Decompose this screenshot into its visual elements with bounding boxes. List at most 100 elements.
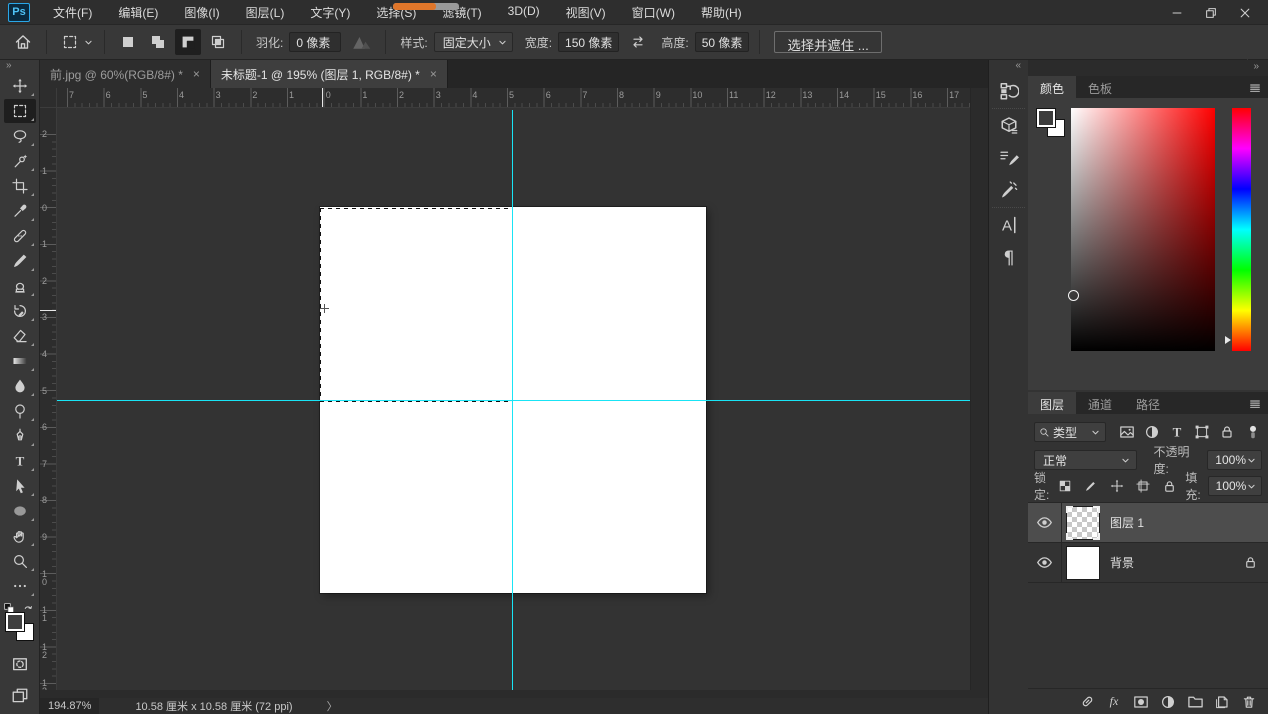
- layer-thumbnail[interactable]: [1066, 546, 1100, 580]
- tab-close-icon[interactable]: ×: [193, 67, 200, 81]
- quick-mask-button[interactable]: [4, 652, 36, 676]
- status-options-chevron[interactable]: 〉: [327, 698, 338, 714]
- brush-settings-panel-icon[interactable]: [994, 145, 1024, 171]
- type-tool[interactable]: T: [4, 449, 36, 473]
- lasso-tool[interactable]: [4, 124, 36, 148]
- layers-tab-图层[interactable]: 图层: [1028, 392, 1076, 414]
- subtract-from-selection-icon[interactable]: [175, 29, 201, 55]
- color-picker-circle[interactable]: [1068, 290, 1079, 301]
- rectangular-marquee-tool[interactable]: [4, 99, 36, 123]
- panel-menu-icon[interactable]: [1248, 81, 1262, 95]
- hue-slider-marker[interactable]: [1225, 336, 1231, 344]
- swap-width-height-icon[interactable]: [625, 29, 651, 55]
- strip-expand-icon[interactable]: «: [989, 60, 1028, 74]
- crop-tool[interactable]: [4, 174, 36, 198]
- add-to-selection-icon[interactable]: [145, 29, 171, 55]
- new-adjustment-layer-icon[interactable]: [1159, 693, 1177, 711]
- tab-close-icon[interactable]: ×: [430, 67, 437, 81]
- foreground-color-swatch[interactable]: [5, 612, 25, 632]
- hand-tool[interactable]: [4, 524, 36, 548]
- horizontal-guide[interactable]: [57, 400, 970, 401]
- close-icon[interactable]: [1228, 0, 1262, 25]
- width-input[interactable]: 150 像素: [558, 32, 619, 52]
- menu-item-5[interactable]: 文字(Y): [297, 0, 363, 25]
- menu-item-8[interactable]: 3D(D): [495, 0, 553, 25]
- ruler-origin-corner[interactable]: [40, 88, 57, 108]
- quick-selection-tool[interactable]: [4, 149, 36, 173]
- intersect-selection-icon[interactable]: [205, 29, 231, 55]
- lock-artboard-icon[interactable]: [1134, 477, 1152, 495]
- path-selection-tool[interactable]: [4, 474, 36, 498]
- layer-row[interactable]: 图层 1: [1028, 503, 1268, 543]
- brushes-panel-icon[interactable]: [994, 177, 1024, 203]
- menu-item-1[interactable]: 文件(F): [40, 0, 105, 25]
- chevron-down-icon[interactable]: [83, 37, 94, 48]
- canvas-viewport[interactable]: [57, 108, 970, 690]
- toolbar-expand-icon[interactable]: »: [0, 60, 39, 74]
- move-tool[interactable]: [4, 74, 36, 98]
- vertical-ruler[interactable]: 2101234567891 01 11 21 3: [40, 108, 57, 690]
- document-tab-1[interactable]: 前.jpg @ 60%(RGB/8#) *×: [40, 60, 211, 88]
- screen-mode-button[interactable]: [4, 684, 36, 708]
- menu-item-11[interactable]: 帮助(H): [688, 0, 755, 25]
- shape-layer-filter-icon[interactable]: [1193, 423, 1211, 441]
- dock-collapse-icon[interactable]: »: [1028, 60, 1268, 76]
- tool-preset[interactable]: [57, 29, 94, 55]
- history-panel-icon[interactable]: [994, 78, 1024, 104]
- edit-toolbar-tool[interactable]: [4, 574, 36, 598]
- type-layer-filter-icon[interactable]: T: [1168, 423, 1186, 441]
- lock-position-icon[interactable]: [1108, 477, 1126, 495]
- zoom-level-field[interactable]: 194.87%: [40, 698, 99, 714]
- color-tab-颜色[interactable]: 颜色: [1028, 76, 1076, 98]
- blur-tool[interactable]: [4, 374, 36, 398]
- fill-dropdown[interactable]: 100%: [1208, 476, 1263, 496]
- select-and-mask-button[interactable]: 选择并遮住 ...: [774, 31, 881, 53]
- eyedropper-tool[interactable]: [4, 199, 36, 223]
- layers-tab-通道[interactable]: 通道: [1076, 392, 1124, 414]
- feather-input[interactable]: 0 像素: [289, 32, 341, 52]
- eye-icon[interactable]: [1036, 514, 1053, 531]
- smart-object-filter-icon[interactable]: [1218, 423, 1236, 441]
- adjustment-layer-filter-icon[interactable]: [1143, 423, 1161, 441]
- paragraph-panel-icon[interactable]: ¶: [994, 244, 1024, 270]
- saturation-brightness-field[interactable]: [1071, 108, 1215, 351]
- menu-item-9[interactable]: 视图(V): [553, 0, 619, 25]
- layer-effects-icon[interactable]: fx: [1105, 693, 1123, 711]
- style-dropdown[interactable]: 固定大小: [434, 32, 513, 52]
- layer-filter-toggle-icon[interactable]: [1244, 423, 1262, 441]
- pixel-layer-filter-icon[interactable]: [1118, 423, 1136, 441]
- brush-tool[interactable]: [4, 249, 36, 273]
- properties-panel-icon[interactable]: [994, 113, 1024, 139]
- lock-transparent-pixels-icon[interactable]: [1056, 477, 1074, 495]
- menu-item-3[interactable]: 图像(I): [171, 0, 232, 25]
- menu-item-10[interactable]: 窗口(W): [619, 0, 688, 25]
- hue-slider[interactable]: [1232, 108, 1251, 351]
- photoshop-logo-icon[interactable]: Ps: [8, 3, 30, 22]
- zoom-tool[interactable]: [4, 549, 36, 573]
- new-selection-icon[interactable]: [115, 29, 141, 55]
- home-icon[interactable]: [10, 29, 36, 55]
- menu-item-4[interactable]: 图层(L): [233, 0, 298, 25]
- blend-mode-dropdown[interactable]: 正常: [1034, 450, 1137, 470]
- document-tab-2[interactable]: 未标题-1 @ 195% (图层 1, RGB/8#) *×: [211, 60, 448, 88]
- panel-menu-icon[interactable]: [1248, 397, 1262, 411]
- layer-filter-type-dropdown[interactable]: 类型: [1034, 422, 1106, 442]
- delete-layer-icon[interactable]: [1240, 693, 1258, 711]
- restore-icon[interactable]: [1194, 0, 1228, 25]
- clone-stamp-tool[interactable]: [4, 274, 36, 298]
- new-layer-icon[interactable]: [1213, 693, 1231, 711]
- add-layer-mask-icon[interactable]: [1132, 693, 1150, 711]
- horizontal-scrollbar[interactable]: [40, 690, 988, 698]
- layer-row[interactable]: 背景: [1028, 543, 1268, 583]
- minimize-icon[interactable]: [1160, 0, 1194, 25]
- layers-tab-路径[interactable]: 路径: [1124, 392, 1172, 414]
- pen-tool[interactable]: [4, 424, 36, 448]
- layer-thumbnail[interactable]: [1066, 506, 1100, 540]
- character-panel-icon[interactable]: A: [994, 212, 1024, 238]
- color-tab-色板[interactable]: 色板: [1076, 76, 1124, 98]
- lock-all-icon[interactable]: [1160, 477, 1178, 495]
- gradient-tool[interactable]: [4, 349, 36, 373]
- link-layers-icon[interactable]: [1078, 693, 1096, 711]
- marquee-preset-icon[interactable]: [57, 29, 83, 55]
- new-group-icon[interactable]: [1186, 693, 1204, 711]
